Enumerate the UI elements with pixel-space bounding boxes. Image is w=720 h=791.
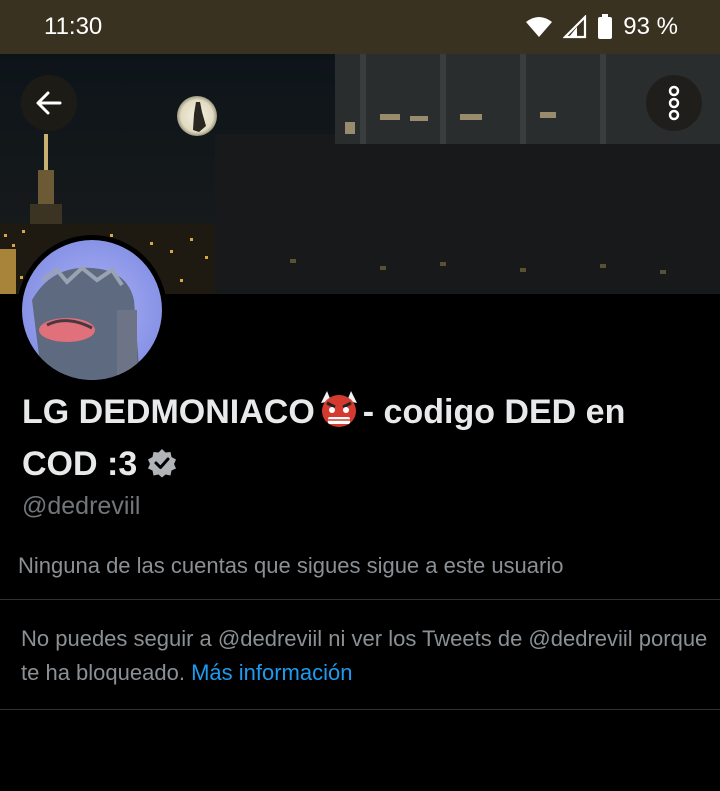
verified-badge-icon (148, 449, 177, 478)
battery-percent: 93 % (623, 13, 678, 40)
battery-icon (598, 14, 613, 39)
status-time: 11:30 (44, 13, 103, 40)
profile-page: 11:30 93 % LG DEDMONIACO - codigo DED en… (0, 0, 720, 791)
back-button[interactable] (21, 75, 77, 131)
blocked-message: No puedes seguir a @dedreviil ni ver los… (21, 622, 711, 690)
japanese-ogre-emoji-icon (320, 391, 357, 427)
more-options-button[interactable] (646, 75, 702, 131)
wifi-icon (526, 17, 553, 37)
divider (0, 709, 720, 710)
vertical-dots-icon (668, 85, 680, 121)
profile-avatar[interactable] (17, 235, 167, 385)
followers-you-know-note: Ninguna de las cuentas que sigues sigue … (18, 553, 564, 578)
status-icons: 93 % (525, 13, 678, 41)
username-handle: @dedreviil (22, 492, 141, 520)
avatar-image (22, 240, 162, 380)
display-name: LG DEDMONIACO - codigo DED en COD :3 (22, 386, 702, 490)
status-bar: 11:30 93 % (0, 0, 720, 54)
more-info-link[interactable]: Más información (191, 660, 352, 685)
cell-signal-icon (563, 15, 587, 39)
blocked-message-text: No puedes seguir a @dedreviil ni ver los… (21, 626, 708, 685)
divider (0, 599, 720, 600)
display-name-text-1: LG DEDMONIACO (22, 393, 315, 431)
arrow-left-icon (36, 91, 62, 115)
